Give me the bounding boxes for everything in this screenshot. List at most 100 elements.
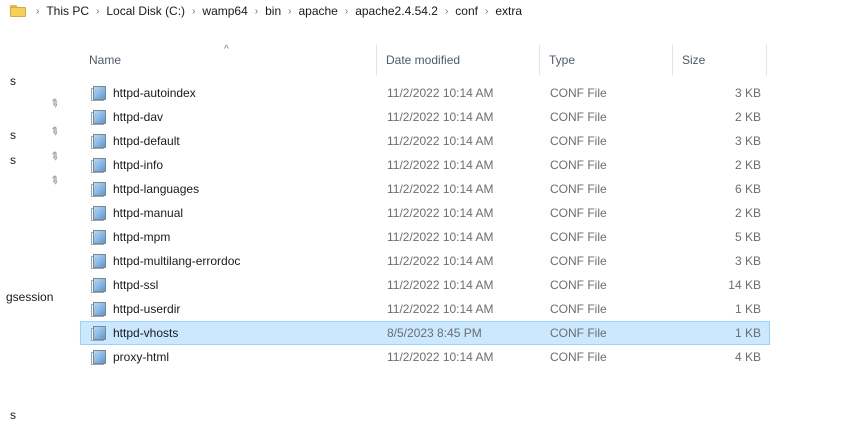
breadcrumb-apache-version[interactable]: apache2.4.54.2 (352, 4, 441, 18)
file-size: 3 KB (734, 86, 761, 100)
file-name-cell[interactable]: httpd-info (81, 157, 378, 173)
file-row[interactable]: httpd-userdir 11/2/2022 10:14 AM CONF File… (80, 297, 770, 321)
chevron-right-icon[interactable]: › (481, 6, 492, 17)
file-row[interactable]: httpd-vhosts 8/5/2023 8:45 PM CONF File 1 K… (80, 321, 770, 345)
address-bar[interactable]: › This PC › Local Disk (C:) › wamp64 › b… (0, 0, 866, 22)
navigation-pane: s ✎ s ✎ s ✎ ✎ gsession s (0, 40, 80, 432)
file-name-cell[interactable]: httpd-mpm (81, 229, 378, 245)
file-type: CONF File (550, 254, 607, 268)
file-name-cell[interactable]: httpd-vhosts (81, 325, 378, 341)
chevron-right-icon[interactable]: › (32, 6, 43, 17)
file-date-modified: 11/2/2022 10:14 AM (387, 134, 494, 148)
file-row[interactable]: httpd-multilang-errordoc 11/2/2022 10:14 … (80, 249, 770, 273)
file-name-cell[interactable]: httpd-multilang-errordoc (81, 253, 378, 269)
file-name-cell[interactable]: httpd-languages (81, 181, 378, 197)
breadcrumb-wamp64[interactable]: wamp64 (199, 4, 250, 18)
chevron-right-icon[interactable]: › (92, 6, 103, 17)
chevron-right-icon[interactable]: › (251, 6, 262, 17)
nav-item[interactable]: gsession (6, 290, 53, 304)
file-name: httpd-autoindex (113, 86, 196, 100)
column-header-size-label: Size (682, 53, 706, 67)
file-row[interactable]: proxy-html 11/2/2022 10:14 AM CONF File 4 K… (80, 345, 770, 369)
column-header-name-label: Name (89, 53, 122, 67)
column-header-type[interactable]: Type (540, 44, 673, 76)
file-date-modified: 11/2/2022 10:14 AM (387, 254, 494, 268)
pin-icon[interactable]: ✎ (47, 173, 62, 188)
breadcrumb-local-disk[interactable]: Local Disk (C:) (103, 4, 188, 18)
chevron-right-icon[interactable]: › (441, 6, 452, 17)
sort-up-caret-icon: ^ (224, 44, 229, 55)
file-row[interactable]: httpd-default 11/2/2022 10:14 AM CONF File… (80, 129, 770, 153)
breadcrumb-this-pc[interactable]: This PC (43, 4, 92, 18)
file-type: CONF File (550, 134, 607, 148)
conf-file-icon (91, 253, 107, 269)
file-list: httpd-autoindex 11/2/2022 10:14 AM CONF Fi… (80, 81, 770, 369)
breadcrumb-apache[interactable]: apache (295, 4, 340, 18)
file-name-cell[interactable]: httpd-userdir (81, 301, 378, 317)
file-type: CONF File (550, 182, 607, 196)
nav-item[interactable]: s (10, 74, 16, 88)
conf-file-icon (91, 133, 107, 149)
file-type: CONF File (550, 278, 607, 292)
file-type: CONF File (550, 350, 607, 364)
file-date-modified: 11/2/2022 10:14 AM (387, 182, 494, 196)
nav-item[interactable]: s (10, 408, 16, 422)
file-size: 3 KB (734, 134, 761, 148)
file-date-modified: 11/2/2022 10:14 AM (387, 350, 494, 364)
file-name: httpd-multilang-errordoc (113, 254, 241, 268)
file-name-cell[interactable]: httpd-manual (81, 205, 378, 221)
file-size: 3 KB (734, 254, 761, 268)
file-name-cell[interactable]: httpd-autoindex (81, 85, 378, 101)
file-name-cell[interactable]: httpd-ssl (81, 277, 378, 293)
conf-file-icon (91, 205, 107, 221)
file-name: httpd-userdir (113, 302, 181, 316)
file-type: CONF File (550, 206, 607, 220)
file-name-cell[interactable]: httpd-default (81, 133, 378, 149)
file-row[interactable]: httpd-languages 11/2/2022 10:14 AM CONF Fi… (80, 177, 770, 201)
chevron-right-icon[interactable]: › (188, 6, 199, 17)
file-type: CONF File (550, 230, 607, 244)
file-date-modified: 11/2/2022 10:14 AM (387, 302, 494, 316)
breadcrumb-extra[interactable]: extra (492, 4, 525, 18)
file-size: 2 KB (734, 206, 761, 220)
file-date-modified: 11/2/2022 10:14 AM (387, 86, 494, 100)
pin-icon[interactable]: ✎ (47, 124, 62, 139)
conf-file-icon (91, 349, 107, 365)
file-row[interactable]: httpd-dav 11/2/2022 10:14 AM CONF File 2 KB (80, 105, 770, 129)
file-row[interactable]: httpd-ssl 11/2/2022 10:14 AM CONF File 14 K… (80, 273, 770, 297)
file-name: httpd-default (113, 134, 180, 148)
nav-item[interactable]: s (10, 153, 16, 167)
file-row[interactable]: httpd-mpm 11/2/2022 10:14 AM CONF File 5 KB (80, 225, 770, 249)
file-name: httpd-ssl (113, 278, 159, 292)
file-name: httpd-mpm (113, 230, 171, 244)
file-row[interactable]: httpd-manual 11/2/2022 10:14 AM CONF File 2… (80, 201, 770, 225)
file-name-cell[interactable]: proxy-html (81, 349, 378, 365)
file-date-modified: 8/5/2023 8:45 PM (387, 326, 482, 340)
conf-file-icon (91, 85, 107, 101)
column-header-name[interactable]: ^ Name (80, 44, 377, 76)
file-row[interactable]: httpd-autoindex 11/2/2022 10:14 AM CONF Fi… (80, 81, 770, 105)
conf-file-icon (91, 181, 107, 197)
breadcrumb-conf[interactable]: conf (452, 4, 481, 18)
file-name-cell[interactable]: httpd-dav (81, 109, 378, 125)
conf-file-icon (91, 157, 107, 173)
conf-file-icon (91, 325, 107, 341)
file-name: httpd-dav (113, 110, 164, 124)
file-name: httpd-vhosts (113, 326, 179, 340)
column-header-size[interactable]: Size (673, 44, 767, 76)
file-type: CONF File (550, 302, 607, 316)
file-size: 1 KB (734, 302, 761, 316)
chevron-right-icon[interactable]: › (284, 6, 295, 17)
file-size: 2 KB (734, 110, 761, 124)
file-row[interactable]: httpd-info 11/2/2022 10:14 AM CONF File 2 K… (80, 153, 770, 177)
pin-icon[interactable]: ✎ (47, 96, 62, 111)
file-size: 1 KB (734, 326, 761, 340)
chevron-right-icon[interactable]: › (341, 6, 352, 17)
column-header-date-label: Date modified (386, 53, 461, 67)
breadcrumb-bin[interactable]: bin (262, 4, 284, 18)
pin-icon[interactable]: ✎ (47, 149, 62, 164)
file-date-modified: 11/2/2022 10:14 AM (387, 230, 494, 244)
nav-item[interactable]: s (10, 128, 16, 142)
column-header-date-modified[interactable]: Date modified (377, 44, 540, 76)
conf-file-icon (91, 109, 107, 125)
